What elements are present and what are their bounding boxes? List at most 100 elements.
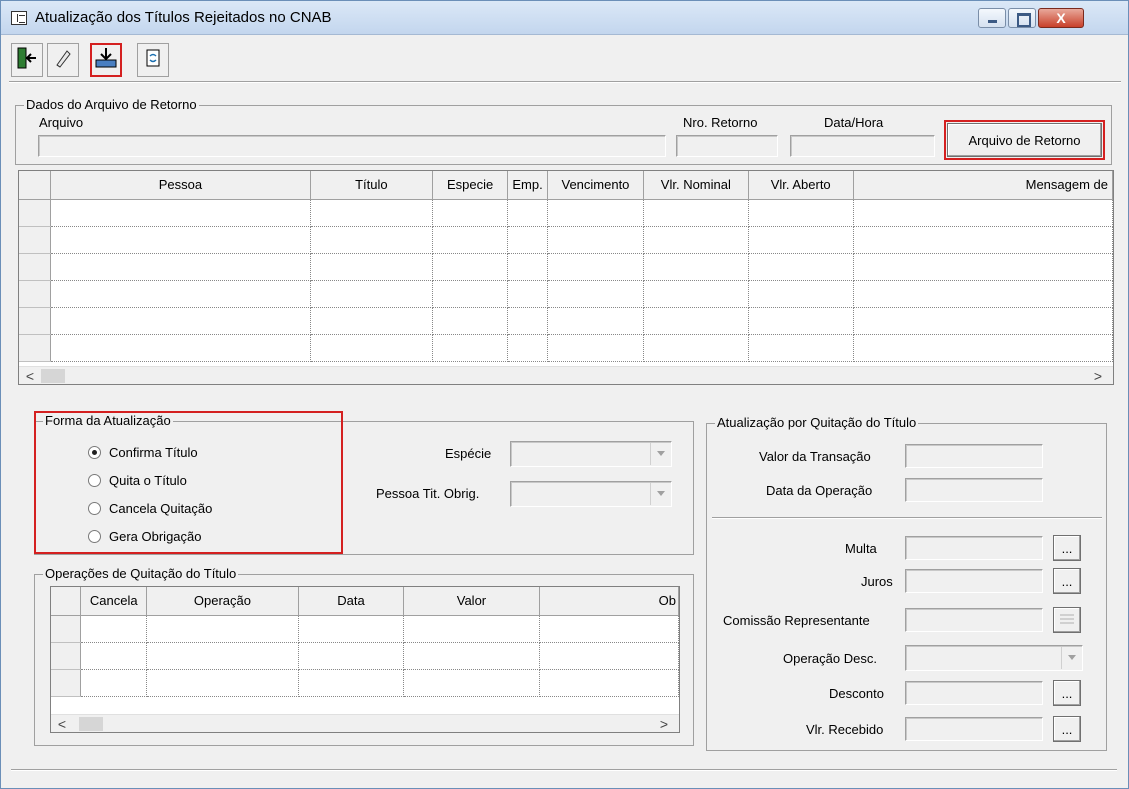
column-header[interactable]: Vlr. Nominal: [643, 171, 749, 200]
multa-ellipsis-button[interactable]: ...: [1053, 535, 1081, 561]
radio-label: Quita o Título: [109, 473, 187, 488]
radio-label: Gera Obrigação: [109, 529, 202, 544]
refresh-button[interactable]: [137, 43, 169, 77]
scroll-left-icon[interactable]: <: [53, 715, 71, 732]
table-row[interactable]: [19, 334, 1113, 362]
exit-door-icon: [16, 46, 38, 74]
minimize-button[interactable]: [978, 8, 1006, 28]
nro-retorno-label: Nro. Retorno: [683, 115, 758, 130]
radio-icon: [88, 474, 101, 487]
radio-icon: [88, 530, 101, 543]
radio-confirma-titulo[interactable]: Confirma Título: [88, 445, 198, 460]
column-header[interactable]: Vlr. Aberto: [748, 171, 854, 200]
quitacao-divider: [712, 517, 1102, 519]
close-button[interactable]: X: [1038, 8, 1084, 28]
column-header[interactable]: Título: [310, 171, 434, 200]
multa-field[interactable]: [905, 536, 1043, 560]
juros-field[interactable]: [905, 569, 1043, 593]
column-header[interactable]: Especie: [432, 171, 509, 200]
scroll-thumb[interactable]: [79, 717, 103, 731]
import-button[interactable]: [90, 43, 122, 77]
chevron-down-icon[interactable]: [1061, 647, 1081, 669]
radio-icon: [88, 502, 101, 515]
column-header[interactable]: Cancela: [80, 587, 148, 616]
juros-ellipsis-button[interactable]: ...: [1053, 568, 1081, 594]
table-row[interactable]: [19, 253, 1113, 281]
desconto-label: Desconto: [829, 686, 884, 701]
titulos-header-row: Pessoa Título Especie Emp. Vencimento Vl…: [19, 171, 1113, 200]
eraser-icon: [52, 46, 74, 74]
column-header[interactable]: Mensagem de: [853, 171, 1113, 200]
radio-cancela-quitacao[interactable]: Cancela Quitação: [88, 501, 212, 516]
row-indicator-header: [51, 587, 82, 616]
titulos-hscrollbar[interactable]: < >: [19, 366, 1113, 384]
column-header[interactable]: Pessoa: [50, 171, 311, 200]
arquivo-de-retorno-button[interactable]: Arquivo de Retorno: [944, 120, 1105, 160]
operacoes-group-title: Operações de Quitação do Título: [43, 566, 239, 582]
operacao-desc-dropdown[interactable]: [905, 645, 1083, 671]
data-operacao-field[interactable]: [905, 478, 1043, 502]
row-indicator-header: [19, 171, 52, 200]
exit-button[interactable]: [11, 43, 43, 77]
data-hora-label: Data/Hora: [824, 115, 884, 130]
operacoes-grid[interactable]: Cancela Operação Data Valor Ob < >: [50, 586, 680, 733]
arquivo-label: Arquivo: [39, 115, 84, 130]
table-row[interactable]: [19, 199, 1113, 227]
maximize-button[interactable]: [1008, 8, 1036, 28]
comissao-representante-field[interactable]: [905, 608, 1043, 632]
toolbar: [9, 41, 1121, 83]
table-row[interactable]: [51, 615, 679, 643]
desconto-field[interactable]: [905, 681, 1043, 705]
titulos-grid[interactable]: Pessoa Título Especie Emp. Vencimento Vl…: [18, 170, 1114, 385]
radio-label: Confirma Título: [109, 445, 198, 460]
bottom-divider: [11, 769, 1117, 771]
scroll-thumb[interactable]: [41, 369, 65, 383]
data-hora-field[interactable]: [790, 135, 935, 157]
multa-label: Multa: [845, 541, 877, 556]
operacoes-header-row: Cancela Operação Data Valor Ob: [51, 587, 679, 616]
column-header[interactable]: Data: [298, 587, 405, 616]
pessoa-tit-obrig-dropdown[interactable]: [510, 481, 672, 507]
scroll-left-icon[interactable]: <: [21, 367, 39, 384]
radio-selected-icon: [88, 446, 101, 459]
table-row[interactable]: [19, 226, 1113, 254]
table-row[interactable]: [51, 669, 679, 697]
column-header[interactable]: Vencimento: [547, 171, 644, 200]
window: Atualização dos Títulos Rejeitados no CN…: [0, 0, 1129, 789]
clear-button[interactable]: [47, 43, 79, 77]
column-header[interactable]: Emp.: [507, 171, 549, 200]
table-row[interactable]: [51, 642, 679, 670]
table-row[interactable]: [19, 307, 1113, 335]
title-bar: Atualização dos Títulos Rejeitados no CN…: [1, 1, 1128, 35]
column-header[interactable]: Ob: [539, 587, 679, 616]
arquivo-field[interactable]: [38, 135, 666, 157]
radio-quita-titulo[interactable]: Quita o Título: [88, 473, 187, 488]
refresh-copy-icon: [142, 46, 164, 74]
chevron-down-icon[interactable]: [650, 483, 670, 505]
desconto-ellipsis-button[interactable]: ...: [1053, 680, 1081, 706]
scroll-right-icon[interactable]: >: [1089, 367, 1107, 384]
chevron-down-icon[interactable]: [650, 443, 670, 465]
vlr-recebido-ellipsis-button[interactable]: ...: [1053, 716, 1081, 742]
scroll-right-icon[interactable]: >: [655, 715, 673, 732]
column-header[interactable]: Operação: [146, 587, 299, 616]
table-row[interactable]: [19, 280, 1113, 308]
comissao-representante-label: Comissão Representante: [723, 613, 870, 628]
quitacao-group-title: Atualização por Quitação do Título: [715, 415, 919, 431]
operacoes-table: Cancela Operação Data Valor Ob: [51, 587, 679, 697]
valor-transacao-label: Valor da Transação: [759, 449, 871, 464]
operacoes-hscrollbar[interactable]: < >: [51, 714, 679, 732]
window-app-icon: [11, 11, 27, 25]
data-operacao-label: Data da Operação: [766, 483, 873, 498]
column-header[interactable]: Valor: [403, 587, 540, 616]
radio-gera-obrigacao[interactable]: Gera Obrigação: [88, 529, 202, 544]
especie-dropdown[interactable]: [510, 441, 672, 467]
list-icon: [1059, 613, 1075, 628]
radio-label: Cancela Quitação: [109, 501, 213, 516]
pessoa-tit-obrig-label: Pessoa Tit. Obrig.: [376, 486, 480, 501]
operacao-desc-label: Operação Desc.: [783, 651, 877, 666]
vlr-recebido-field[interactable]: [905, 717, 1043, 741]
comissao-button[interactable]: [1053, 607, 1081, 633]
valor-transacao-field[interactable]: [905, 444, 1043, 468]
nro-retorno-field[interactable]: [676, 135, 778, 157]
